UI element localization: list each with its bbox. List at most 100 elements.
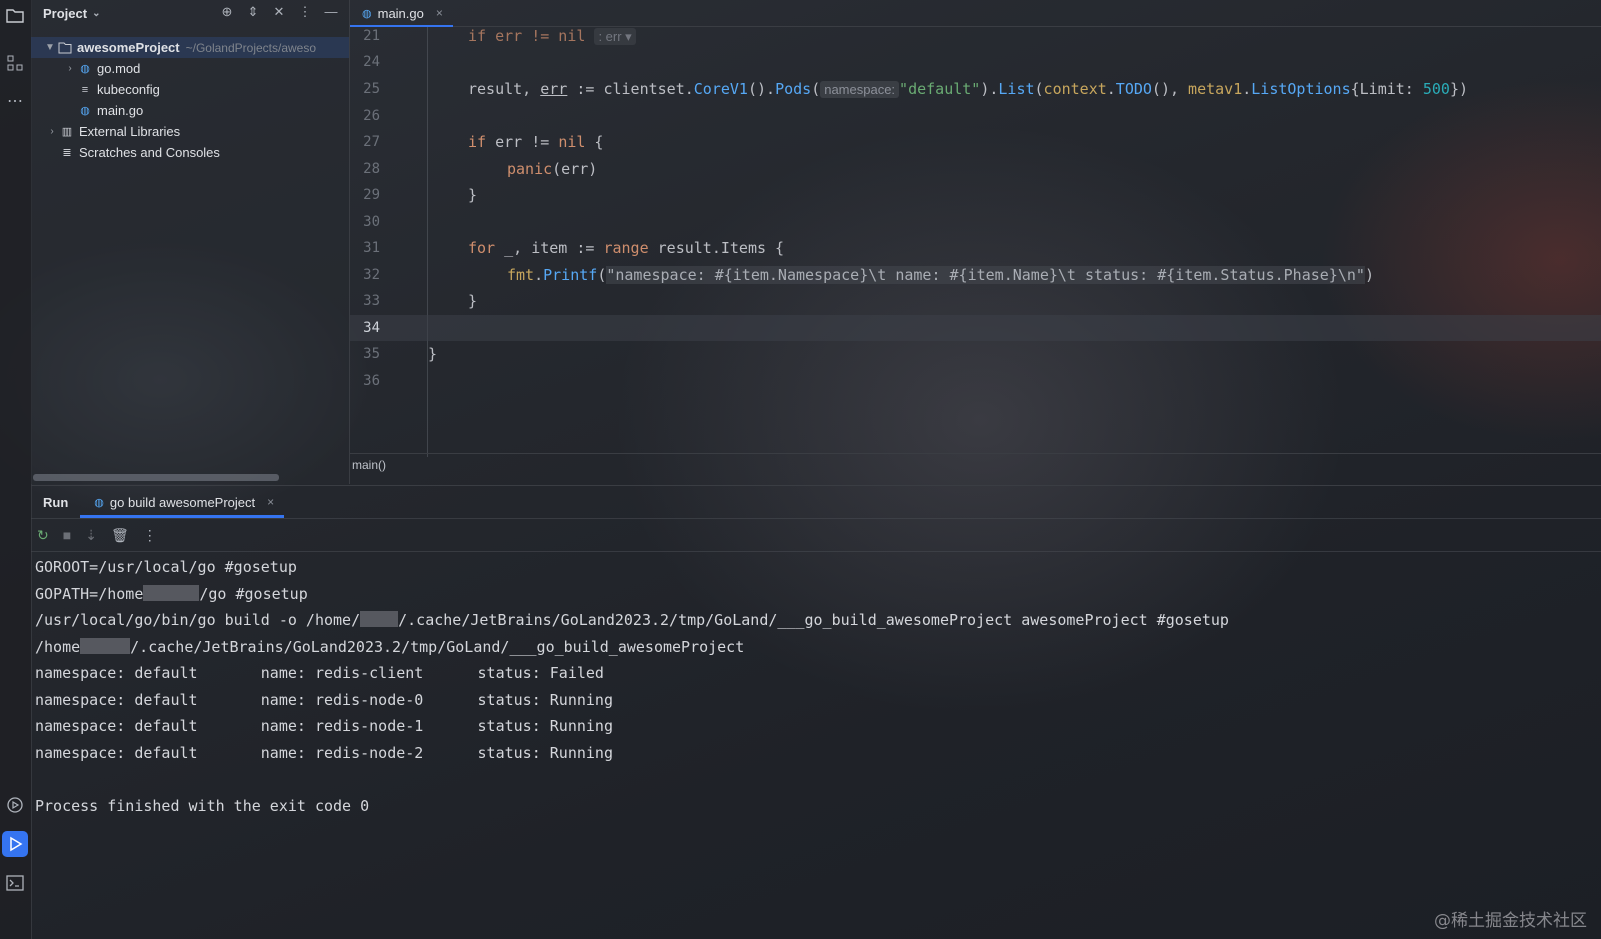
code-token: TODO	[1115, 80, 1152, 98]
close-icon[interactable]: ×	[267, 495, 274, 509]
line-number: 34	[363, 320, 380, 336]
project-title[interactable]: Project	[43, 6, 87, 21]
project-path: ~/GolandProjects/aweso	[185, 40, 317, 55]
code-line-27: 27 if err != nil {	[350, 129, 1601, 155]
line-number: 31	[363, 240, 380, 256]
line-number: 26	[363, 108, 380, 124]
more-tools-icon[interactable]: ⋯	[2, 88, 28, 114]
console-line: /usr/local/go/bin/go build -o /home/ /.ca…	[35, 607, 1601, 634]
locate-icon[interactable]: ⊕	[217, 4, 237, 20]
redacted-block	[143, 584, 200, 601]
console-line: namespace: default name: redis-node-2 st…	[35, 740, 1601, 767]
console-text: /go #gosetup	[199, 584, 308, 603]
console-text: namespace: default name: redis-client st…	[35, 664, 604, 682]
tree-item-label: main.go	[97, 103, 144, 118]
code-token: .	[1242, 80, 1252, 98]
tree-item-external-libraries[interactable]: › ▥ External Libraries	[45, 121, 180, 142]
line-number: 29	[363, 187, 380, 203]
tool-window-strip: ⋯	[0, 0, 32, 939]
tree-item-scratches[interactable]: ≣ Scratches and Consoles	[59, 142, 220, 163]
line-number: 32	[363, 267, 380, 283]
code-token: Printf	[543, 266, 598, 284]
line-number: 21	[363, 28, 380, 44]
services-icon[interactable]	[2, 792, 28, 818]
more-options-icon[interactable]: ⋮	[143, 527, 157, 544]
tree-item-gomod[interactable]: › ◍ go.mod	[63, 58, 140, 79]
code-token: (err)	[552, 160, 598, 178]
console-text: GOPATH=/home	[35, 584, 144, 603]
line-number: 28	[363, 161, 380, 177]
tree-item-label: kubeconfig	[97, 82, 160, 97]
console-line: GOPATH=/home/go #gosetup	[35, 581, 1601, 608]
code-token: {	[585, 133, 604, 151]
code-area[interactable]: 21 if err != nil : err ▾ 24 25 result, e…	[350, 27, 1601, 457]
collapse-all-icon[interactable]: ✕	[269, 4, 289, 20]
code-token: err !=	[486, 133, 559, 151]
line-number: 25	[363, 81, 380, 97]
code-token: range	[603, 239, 649, 257]
code-token: ().	[747, 80, 776, 98]
run-tool-window: Run ◍ go build awesomeProject × ↻ ■ ⇣ 🗑 …	[31, 485, 1601, 939]
terminal-icon[interactable]	[2, 870, 28, 896]
console-text: namespace: default name: redis-node-1 st…	[35, 717, 613, 735]
run-tool-icon[interactable]	[2, 831, 28, 857]
code-token: "default"	[899, 80, 981, 98]
code-token: }	[468, 186, 478, 204]
tree-item-label: Scratches and Consoles	[79, 145, 220, 160]
tree-item-awesomeproject[interactable]: ▼ awesomeProject ~/GolandProjects/aweso	[31, 37, 349, 58]
clear-all-icon[interactable]: 🗑	[111, 527, 129, 544]
horizontal-scrollbar[interactable]	[33, 474, 279, 481]
code-token: })	[1449, 80, 1469, 98]
breadcrumb: main()	[350, 453, 1601, 476]
go-file-icon: ◍	[94, 496, 104, 509]
code-line-26: 26	[350, 103, 1601, 129]
code-line-33: 33 }	[350, 288, 1601, 314]
line-number: 33	[363, 293, 380, 309]
console-line: namespace: default name: redis-client st…	[35, 660, 1601, 687]
chevron-right-icon[interactable]: ›	[45, 126, 59, 137]
code-line-34-current: 34	[350, 315, 1601, 341]
chevron-right-icon[interactable]: ›	[63, 63, 77, 74]
console-text: /home	[35, 637, 81, 656]
code-token: 500	[1422, 80, 1450, 98]
code-token: }	[468, 292, 478, 310]
tab-main-go[interactable]: ◍ main.go ×	[350, 0, 453, 27]
structure-icon[interactable]	[2, 50, 28, 76]
code-token: (),	[1151, 80, 1189, 98]
scroll-to-end-icon[interactable]: ⇣	[85, 527, 97, 544]
line-number: 36	[363, 373, 380, 389]
run-toolbar: ↻ ■ ⇣ 🗑 ⋮	[31, 518, 1601, 552]
hide-panel-icon[interactable]: —	[321, 4, 341, 20]
console-output[interactable]: GOROOT=/usr/local/go #gosetup GOPATH=/ho…	[31, 552, 1601, 819]
console-text: namespace: default name: redis-node-2 st…	[35, 743, 613, 762]
code-line-32: 32 fmt.Printf("namespace: #{item.Namespa…	[350, 262, 1601, 288]
tree-item-kubeconfig[interactable]: ≡ kubeconfig	[77, 79, 160, 100]
chevron-down-icon[interactable]: ⌄	[92, 8, 100, 19]
close-icon[interactable]: ×	[436, 6, 443, 20]
line-number: 35	[363, 346, 380, 362]
expand-all-icon[interactable]: ⇕	[243, 4, 263, 20]
code-token: .	[1106, 80, 1116, 98]
watermark: @稀土掘金技术社区	[1434, 911, 1587, 931]
chevron-down-icon[interactable]: ▼	[43, 42, 57, 53]
tab-label: go build awesomeProject	[109, 494, 256, 510]
stop-icon[interactable]: ■	[63, 527, 71, 543]
tree-item-main-go[interactable]: ◍ main.go	[77, 100, 143, 121]
redacted-block	[80, 637, 131, 654]
library-icon: ▥	[61, 126, 73, 138]
tree-item-label: awesomeProject	[77, 40, 180, 55]
line-number: 24	[363, 54, 380, 70]
format-string: "namespace: #{item.Namespace}\t name: #{…	[606, 266, 1365, 284]
options-icon[interactable]: ⋮	[295, 4, 315, 20]
inlay-hint[interactable]: namespace:	[820, 81, 900, 98]
code-token: fmt	[507, 266, 535, 284]
breadcrumb-item-main[interactable]: main()	[352, 458, 386, 472]
tab-go-build[interactable]: ◍ go build awesomeProject ×	[80, 486, 285, 518]
code-token: )	[1364, 266, 1374, 284]
console-text: Process finished with the exit code 0	[35, 796, 370, 815]
console-text: GOROOT=/usr/local/go #gosetup	[35, 558, 297, 576]
rerun-icon[interactable]: ↻	[37, 527, 49, 544]
inlay-hint[interactable]: : err ▾	[594, 28, 636, 45]
project-view-icon[interactable]	[2, 2, 28, 28]
code-token: result,	[468, 80, 541, 98]
